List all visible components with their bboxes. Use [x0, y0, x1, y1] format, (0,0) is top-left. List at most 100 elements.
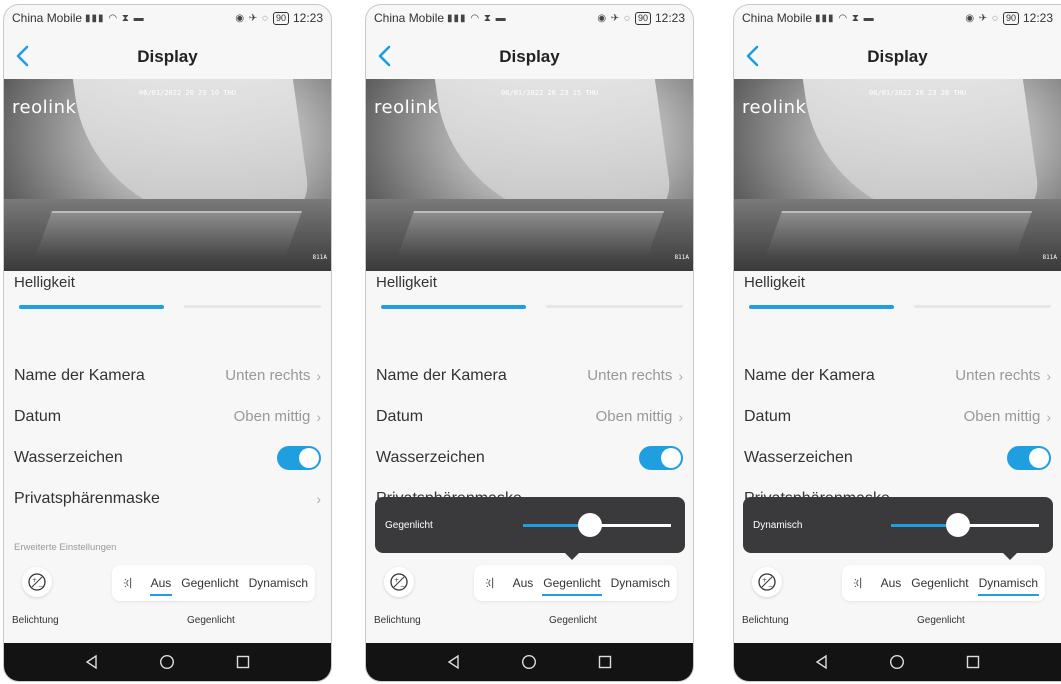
phone-screen-2: China Mobile ▮▮▮ ◠ ⧗ ▬ ◉ ✈ ◌ 90 12:23 Di… — [365, 4, 694, 682]
camera-preview: reolink 06/01/2022 20 23 10 THU 811A — [4, 79, 331, 271]
exposure-caption: Belichtung — [374, 615, 421, 626]
watermark-row: Wasserzeichen — [4, 437, 331, 478]
exposure-icon: + − — [390, 573, 408, 591]
exposure-caption: Belichtung — [12, 615, 59, 626]
recents-square-icon[interactable] — [597, 654, 613, 670]
backlight-option-backlight[interactable]: Gegenlicht — [908, 570, 971, 596]
camera-name-overlay: 811A — [1042, 254, 1057, 261]
slider-thumb[interactable] — [577, 513, 602, 537]
timestamp-overlay: 06/01/2022 20 23 15 THU — [501, 89, 598, 97]
recents-square-icon[interactable] — [235, 654, 251, 670]
exposure-button[interactable]: + − — [752, 567, 782, 597]
slider-thumb[interactable] — [945, 513, 970, 537]
camera-name-row[interactable]: Name der Kamera Unten rechts › — [4, 355, 331, 396]
date-row[interactable]: Datum Oben mittig › — [366, 396, 693, 437]
watermark-row: Wasserzeichen — [366, 437, 693, 478]
backlight-option-dynamic[interactable]: Dynamisch — [246, 570, 311, 596]
svg-text:−: − — [400, 583, 405, 590]
svg-text:+: + — [394, 577, 399, 584]
brightness-label: Helligkeit — [376, 274, 437, 291]
backlight-level-slider[interactable] — [523, 513, 671, 537]
status-bar: China Mobile ▮▮▮ ◠ ⧗ ▬ ◉ ✈ ◌ 90 12:23 — [366, 5, 693, 31]
brightness-slider[interactable] — [376, 305, 683, 309]
nav-bar: Display — [734, 35, 1061, 79]
system-nav-bar — [734, 643, 1061, 681]
backlight-option-off[interactable]: Aus — [878, 570, 905, 596]
watermark-row: Wasserzeichen — [734, 437, 1061, 478]
chevron-left-icon[interactable] — [12, 43, 34, 69]
back-triangle-icon[interactable] — [84, 654, 100, 670]
date-row[interactable]: Datum Oben mittig › — [4, 396, 331, 437]
advanced-settings-title: Erweiterte Einstellungen — [14, 542, 117, 553]
backlight-option-dynamic[interactable]: Dynamisch — [976, 570, 1041, 596]
recents-square-icon[interactable] — [965, 654, 981, 670]
exposure-caption: Belichtung — [742, 615, 789, 626]
home-circle-icon[interactable] — [159, 654, 175, 670]
chevron-right-icon: › — [678, 408, 683, 425]
advanced-controls: + − Aus Gegenlicht Dynamisch — [740, 561, 1055, 605]
chevron-right-icon: › — [316, 490, 321, 507]
chevron-right-icon: › — [316, 367, 321, 384]
backlight-selector: Aus Gegenlicht Dynamisch — [842, 565, 1045, 601]
advanced-controls: + − Aus Gegenlicht Dynamisch — [372, 561, 687, 605]
status-icons: ◉ ✈ ◌ — [597, 12, 631, 24]
backlight-level-popover: Gegenlicht — [375, 497, 685, 560]
settings-list: Name der Kamera Unten rechts › Datum Obe… — [734, 355, 1061, 519]
chevron-left-icon[interactable] — [742, 43, 764, 69]
exposure-button[interactable]: + − — [22, 567, 52, 597]
clock: 12:23 — [654, 11, 685, 25]
popover-label: Gegenlicht — [385, 519, 433, 531]
nav-bar: Display — [366, 35, 693, 79]
back-triangle-icon[interactable] — [814, 654, 830, 670]
brightness-slider[interactable] — [744, 305, 1051, 309]
backlight-level-popover: Dynamisch — [743, 497, 1053, 560]
backlight-option-backlight[interactable]: Gegenlicht — [178, 570, 241, 596]
exposure-icon: + − — [28, 573, 46, 591]
carrier-name: China Mobile — [742, 11, 813, 25]
timestamp-overlay: 06/01/2022 20 23 20 THU — [869, 89, 966, 97]
backlight-selector: Aus Gegenlicht Dynamisch — [474, 565, 677, 601]
settings-list: Name der Kamera Unten rechts › Datum Obe… — [4, 355, 331, 519]
svg-text:−: − — [768, 583, 773, 590]
camera-preview: reolink 06/01/2022 20 23 15 THU 811A — [366, 79, 693, 271]
system-nav-bar — [4, 643, 331, 681]
carrier-name: China Mobile — [12, 11, 83, 25]
backlight-selector: Aus Gegenlicht Dynamisch — [112, 565, 315, 601]
backlight-option-dynamic[interactable]: Dynamisch — [608, 570, 673, 596]
backlight-level-slider[interactable] — [891, 513, 1039, 537]
camera-name-row[interactable]: Name der Kamera Unten rechts › — [366, 355, 693, 396]
privacy-mask-row[interactable]: Privatsphärenmaske › — [4, 478, 331, 519]
backlight-option-off[interactable]: Aus — [510, 570, 537, 596]
backlight-option-off[interactable]: Aus — [148, 570, 175, 596]
watermark-toggle[interactable] — [1007, 445, 1051, 470]
svg-text:+: + — [32, 577, 37, 584]
brightness-label: Helligkeit — [14, 274, 75, 291]
brightness-label: Helligkeit — [744, 274, 805, 291]
system-nav-bar — [366, 643, 693, 681]
date-row[interactable]: Datum Oben mittig › — [734, 396, 1061, 437]
status-icons: ◉ ✈ ◌ — [235, 12, 269, 24]
signal-icon: ▮▮▮ ◠ ⧗ ▬ — [447, 12, 507, 24]
chevron-right-icon: › — [316, 408, 321, 425]
watermark-toggle[interactable] — [639, 445, 683, 470]
camera-name-row[interactable]: Name der Kamera Unten rechts › — [734, 355, 1061, 396]
watermark-toggle[interactable] — [277, 445, 321, 470]
timestamp-overlay: 06/01/2022 20 23 10 THU — [139, 89, 236, 97]
backlight-option-backlight[interactable]: Gegenlicht — [540, 570, 603, 596]
carrier-name: China Mobile — [374, 11, 445, 25]
svg-text:+: + — [762, 577, 767, 584]
phone-screen-3: China Mobile ▮▮▮ ◠ ⧗ ▬ ◉ ✈ ◌ 90 12:23 Di… — [733, 4, 1061, 682]
camera-name-overlay: 811A — [312, 254, 327, 261]
chevron-right-icon: › — [1046, 408, 1051, 425]
brightness-slider[interactable] — [14, 305, 321, 309]
battery-icon: 90 — [1002, 11, 1019, 25]
status-bar: China Mobile ▮▮▮ ◠ ⧗ ▬ ◉ ✈ ◌ 90 12:23 — [734, 5, 1061, 31]
backlight-caption: Gegenlicht — [917, 615, 965, 626]
exposure-button[interactable]: + − — [384, 567, 414, 597]
chevron-left-icon[interactable] — [374, 43, 396, 69]
back-triangle-icon[interactable] — [446, 654, 462, 670]
home-circle-icon[interactable] — [889, 654, 905, 670]
watermark-logo: reolink — [12, 97, 77, 118]
home-circle-icon[interactable] — [521, 654, 537, 670]
backlight-icon — [123, 577, 132, 589]
